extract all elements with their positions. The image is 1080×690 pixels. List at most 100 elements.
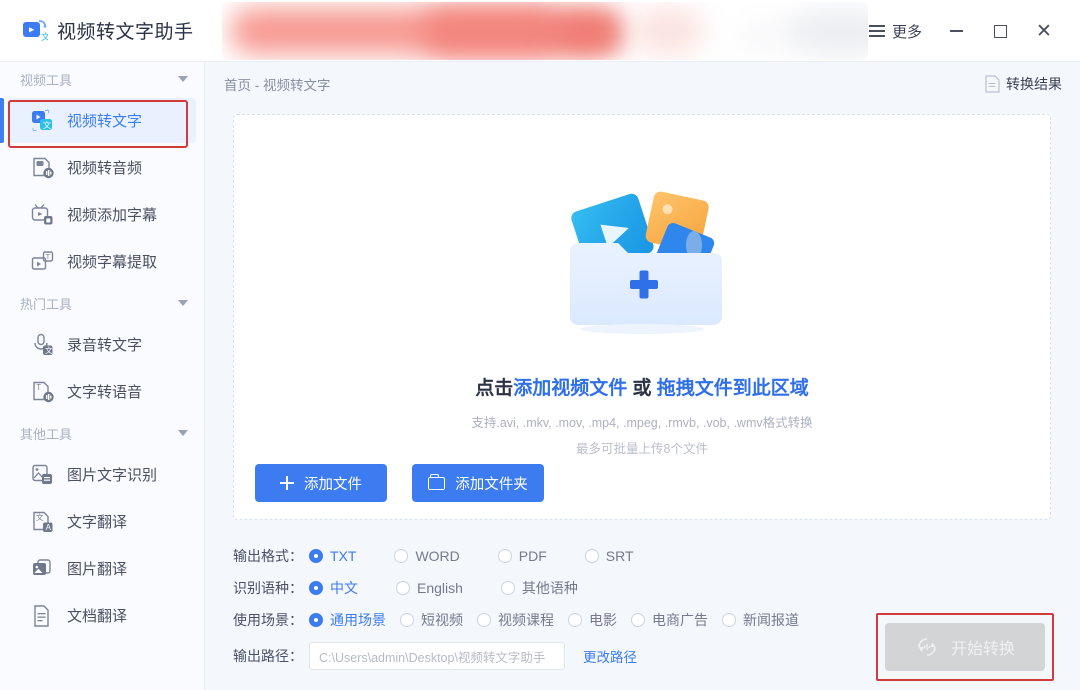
radio-scene-video-course[interactable]: 视频课程 [477,610,554,630]
start-conversion-button[interactable]: 开始转换 [885,623,1045,671]
maximize-button[interactable] [978,11,1022,51]
sidebar-item-document-translate[interactable]: 文档翻译 [8,593,196,638]
radio-scene-general[interactable]: 通用场景 [309,610,386,630]
radio-dot [722,613,736,627]
usage-scene-label: 使用场景： [233,612,303,628]
file-dropzone[interactable]: 点击添加视频文件 或 拖拽文件到此区域 支持.avi, .mkv, .mov, … [233,114,1051,520]
sidebar-item-video-extract-subtitle[interactable]: T 视频字幕提取 [8,239,196,284]
sidebar-section-hot-tools[interactable]: 热门工具 [0,286,204,320]
radio-dot [394,549,409,563]
app-window: 文 视频转文字助手 更多 ✕ 视频工具 文 视频转文字 视频转音频 视频添加字幕… [0,0,1080,690]
breadcrumb: 首页 - 视频转文字 [224,78,331,93]
chevron-down-icon[interactable] [178,300,188,306]
video-to-audio-icon [30,155,56,181]
svg-text:T: T [46,254,51,261]
sidebar-item-label: 文字转语音 [67,384,143,401]
sidebar-item-label: 视频转音频 [67,160,143,177]
close-button[interactable]: ✕ [1022,11,1066,51]
dropzone-title-add[interactable]: 添加视频文件 [513,378,627,399]
change-path-link[interactable]: 更改路径 [583,646,637,666]
radio-dot [568,613,582,627]
add-file-label: 添加文件 [304,476,362,493]
breadcrumb-bar: 首页 - 视频转文字 转换结果 [206,62,1080,106]
radio-scene-ecommerce-ad[interactable]: 电商广告 [631,610,708,630]
radio-scene-movie[interactable]: 电影 [568,610,617,630]
radio-format-pdf[interactable]: PDF [497,548,547,564]
more-label: 更多 [891,23,922,41]
folder-icon [428,473,446,490]
radio-label: 电影 [589,612,617,628]
chevron-down-icon[interactable] [178,430,188,436]
dropzone-batch-limit: 最多可批量上传8个文件 [576,442,708,456]
svg-text:A: A [46,523,52,532]
chevron-down-icon[interactable] [178,76,188,82]
radio-label: TXT [330,548,357,564]
radio-dot [477,613,491,627]
sidebar-section-video-tools[interactable]: 视频工具 [0,62,204,96]
radio-label: 其他语种 [521,580,578,596]
dropzone-title-or: 或 [627,378,657,399]
svg-text:文: 文 [43,120,51,130]
sidebar-item-label: 文字翻译 [67,514,128,531]
mic-to-text-icon: 文 [30,332,56,358]
sidebar-section-other-tools[interactable]: 其他工具 [0,416,204,450]
radio-dot [497,549,512,563]
dropzone-buttons: 添加文件 添加文件夹 [255,464,544,502]
promo-banner [222,2,868,60]
radio-dot [400,613,414,627]
output-format-label: 输出格式： [233,548,303,564]
dropzone-formats: 支持.avi, .mkv, .mov, .mp4, .mpeg, .rmvb, … [471,416,813,430]
minimize-button[interactable] [934,11,978,51]
folder-upload-illustration [542,163,742,343]
radio-scene-short-video[interactable]: 短视频 [400,610,463,630]
image-translate-icon [30,556,56,582]
radio-language-chinese[interactable]: 中文 [309,578,358,598]
output-path-label: 输出路径： [233,648,303,664]
video-to-text-icon: 文 [30,108,56,134]
add-folder-label: 添加文件夹 [455,476,528,493]
radio-label: PDF [518,548,547,564]
convert-refresh-icon [915,635,939,659]
sidebar-item-image-ocr[interactable]: 图片文字识别 [8,452,196,497]
sidebar-item-video-add-subtitle[interactable]: 视频添加字幕 [8,192,196,237]
radio-label: 视频课程 [498,612,554,628]
radio-format-txt[interactable]: TXT [309,548,356,564]
sidebar-section-label: 热门工具 [20,296,73,312]
output-path-input[interactable]: C:\Users\admin\Desktop\视频转文字助手 [309,642,565,670]
radio-label: SRT [605,548,634,564]
conversion-result-button[interactable]: 转换结果 [985,74,1062,94]
add-folder-button[interactable]: 添加文件夹 [412,464,544,502]
radio-language-english[interactable]: English [396,580,463,596]
radio-dot [309,581,323,595]
radio-scene-news-report[interactable]: 新闻报道 [722,610,799,630]
recognition-language-row: 识别语种： 中文 English 其他语种 [233,572,1063,604]
close-icon: ✕ [1036,20,1052,42]
radio-format-word[interactable]: WORD [394,548,460,564]
sidebar-item-label: 视频添加字幕 [67,207,158,224]
window-controls: 更多 ✕ [857,0,1080,62]
sidebar-item-label: 视频转文字 [67,113,143,130]
sidebar-item-label: 文档翻译 [67,608,128,625]
more-button[interactable]: 更多 [857,15,934,48]
main-content: 首页 - 视频转文字 转换结果 点击添加视频文件 或 拖拽文件到此区域 支持.a… [206,62,1080,690]
hamburger-icon [868,25,885,37]
radio-dot [396,581,410,595]
sidebar-item-video-to-audio[interactable]: 视频转音频 [8,145,196,190]
sidebar-item-text-to-speech[interactable]: T 文字转语音 [8,369,196,414]
sidebar-item-text-translate[interactable]: 文 A 文字翻译 [8,499,196,544]
sidebar-item-video-to-text[interactable]: 文 视频转文字 [0,98,196,143]
radio-dot [584,549,599,563]
radio-language-other[interactable]: 其他语种 [500,578,578,598]
add-file-button[interactable]: 添加文件 [255,464,387,502]
svg-text:文: 文 [41,31,48,42]
sidebar[interactable]: 视频工具 文 视频转文字 视频转音频 视频添加字幕 T 视频字幕提取 热门工具 … [0,62,205,690]
output-format-row: 输出格式： TXT WORD PDF SRT [233,540,1063,572]
sidebar-item-audio-to-text[interactable]: 文 录音转文字 [8,322,196,367]
radio-format-srt[interactable]: SRT [584,548,634,564]
minimize-icon [949,30,963,32]
conversion-result-label: 转换结果 [1006,76,1062,92]
radio-dot [631,613,645,627]
radio-label: WORD [415,548,460,564]
radio-label: English [417,580,463,596]
sidebar-item-image-translate[interactable]: 图片翻译 [8,546,196,591]
